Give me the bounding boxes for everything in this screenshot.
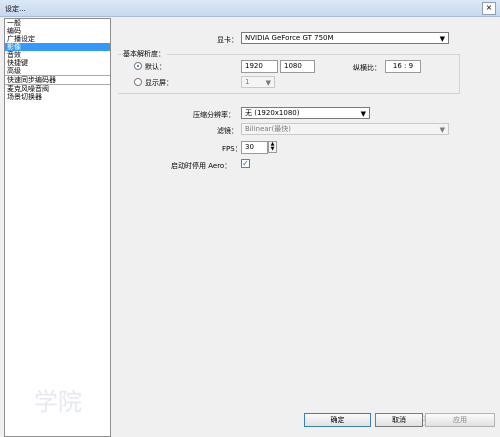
window-title: 设定... bbox=[5, 5, 26, 13]
title-bar: 设定... × bbox=[0, 0, 500, 17]
aero-checkbox[interactable]: ✓ bbox=[241, 159, 250, 168]
filter-label: 滤镜： bbox=[217, 127, 238, 135]
fps-label: FPS： bbox=[222, 145, 242, 153]
sidebar-item-hotkeys[interactable]: 快捷键 bbox=[5, 59, 110, 67]
settings-sidebar: 一般 编码 广播设定 影像 音效 快捷键 高级 快速同步编码器 麦克风噪音阀 场… bbox=[4, 18, 111, 437]
monitor-value: 1 bbox=[245, 78, 250, 86]
sidebar-item-video[interactable]: 影像 bbox=[5, 43, 110, 51]
monitor-select[interactable]: 1 ▼ bbox=[241, 76, 275, 88]
chevron-down-icon: ▼ bbox=[360, 110, 366, 118]
chevron-down-icon: ▼ bbox=[439, 35, 445, 43]
downscale-value: 无 (1920x1080) bbox=[245, 109, 300, 117]
base-resolution-label: 基本解析度： bbox=[123, 49, 167, 59]
gpu-label: 显卡： bbox=[217, 36, 238, 44]
downscale-label: 压缩分辨率： bbox=[193, 111, 235, 119]
aero-label: 启动时停用 Aero： bbox=[171, 162, 232, 170]
filter-value: Bilinear(最快) bbox=[245, 125, 292, 133]
aspect-label: 纵横比： bbox=[353, 64, 381, 72]
chevron-down-icon: ▼ bbox=[439, 126, 445, 134]
fps-spinner[interactable]: ▲ ▼ bbox=[268, 141, 277, 153]
sidebar-item-advanced[interactable]: 高级 bbox=[5, 67, 110, 75]
downscale-select[interactable]: 无 (1920x1080) ▼ bbox=[241, 107, 370, 119]
sidebar-item-quicksync[interactable]: 快速同步编码器 bbox=[5, 76, 110, 84]
fps-input[interactable]: 30 bbox=[241, 141, 268, 154]
default-radio[interactable] bbox=[134, 62, 142, 70]
apply-button[interactable]: 应用 bbox=[425, 413, 495, 427]
chevron-down-icon: ▼ bbox=[265, 79, 271, 87]
monitor-label: 显示屏： bbox=[145, 79, 173, 87]
height-input[interactable]: 1080 bbox=[280, 60, 315, 73]
width-input[interactable]: 1920 bbox=[241, 60, 278, 73]
ok-button[interactable]: 确定 bbox=[304, 413, 371, 427]
monitor-radio[interactable] bbox=[134, 78, 142, 86]
sidebar-item-scene-switcher[interactable]: 场景切换器 bbox=[5, 93, 110, 101]
gpu-select[interactable]: NVIDIA GeForce GT 750M ▼ bbox=[241, 32, 449, 44]
sidebar-item-broadcast[interactable]: 广播设定 bbox=[5, 35, 110, 43]
school-watermark: 学院 bbox=[34, 388, 82, 416]
sidebar-item-general[interactable]: 一般 bbox=[5, 19, 110, 27]
gpu-value: NVIDIA GeForce GT 750M bbox=[245, 34, 334, 42]
aspect-value: 16 : 9 bbox=[385, 60, 421, 73]
sidebar-item-audio[interactable]: 音效 bbox=[5, 51, 110, 59]
filter-select[interactable]: Bilinear(最快) ▼ bbox=[241, 123, 449, 135]
default-label: 默认： bbox=[145, 63, 166, 71]
close-icon[interactable]: × bbox=[482, 2, 496, 15]
cancel-button[interactable]: 取消 bbox=[375, 413, 423, 427]
sidebar-item-encoding[interactable]: 编码 bbox=[5, 27, 110, 35]
settings-window: 设定... × 一般 编码 广播设定 影像 音效 快捷键 高级 快速同步编码器 … bbox=[0, 0, 500, 437]
sidebar-item-noise-gate[interactable]: 麦克风噪音阀 bbox=[5, 85, 110, 93]
